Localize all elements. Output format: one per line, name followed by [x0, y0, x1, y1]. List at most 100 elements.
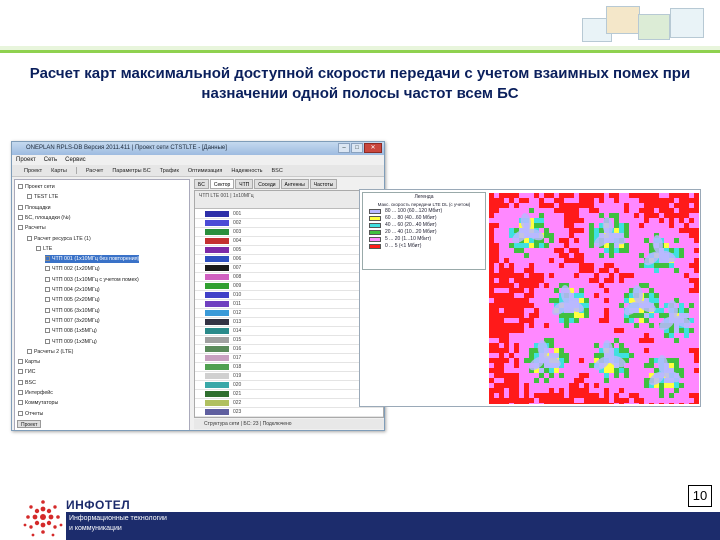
table-row[interactable]: 022	[195, 399, 383, 408]
menu-item[interactable]: Сеть	[44, 155, 57, 165]
table-row[interactable]: 001	[195, 210, 383, 219]
grid-tab[interactable]: Соседи	[254, 179, 280, 189]
table-row[interactable]: 002	[195, 219, 383, 228]
table-row[interactable]: 015	[195, 336, 383, 345]
expand-icon[interactable]	[18, 359, 23, 365]
tree-item[interactable]: Расчет ресурса LTE (1)	[27, 235, 91, 243]
tree-item[interactable]: TEST LTE	[27, 193, 58, 201]
expand-icon[interactable]	[27, 235, 32, 241]
grid-tab[interactable]: ЧТП	[235, 179, 254, 189]
expand-icon[interactable]	[27, 194, 32, 200]
expand-icon[interactable]	[18, 390, 23, 396]
expand-icon[interactable]	[18, 410, 23, 416]
expand-icon[interactable]	[45, 328, 50, 334]
expand-icon[interactable]	[18, 225, 23, 231]
maximize-button[interactable]: □	[351, 143, 363, 153]
tree-item[interactable]: ЧТП 001 (1x10МГц без повторения)	[45, 255, 140, 264]
expand-icon[interactable]	[18, 400, 23, 406]
minimize-button[interactable]: –	[338, 143, 350, 153]
table-row[interactable]: 016	[195, 345, 383, 354]
map-cell	[559, 228, 564, 233]
map-cell	[649, 273, 654, 278]
expand-icon[interactable]	[45, 307, 50, 313]
expand-icon[interactable]	[45, 317, 50, 323]
table-row[interactable]: 021	[195, 390, 383, 399]
table-row[interactable]: 010	[195, 291, 383, 300]
expand-icon[interactable]	[45, 256, 50, 262]
tree-item[interactable]: Площадки	[18, 204, 51, 212]
menu-item[interactable]: Сервис	[65, 155, 86, 165]
table-row[interactable]: 011	[195, 300, 383, 309]
tree-item[interactable]: ЧТП 005 (2x20МГц)	[45, 296, 100, 304]
map-cell	[624, 283, 629, 288]
grid-tab[interactable]: БС	[194, 179, 209, 189]
table-row[interactable]: 006	[195, 255, 383, 264]
map-cell	[609, 318, 614, 323]
tree-item[interactable]: BSC	[18, 379, 36, 387]
toolbar-button[interactable]: BSC	[272, 165, 283, 176]
tree-item[interactable]: Коммутаторы	[18, 399, 58, 407]
tree-item[interactable]: Расчеты 2 (LTE)	[27, 348, 73, 356]
tree-item[interactable]: ГИС	[18, 368, 36, 376]
table-row[interactable]: 007	[195, 264, 383, 273]
table-row[interactable]: 018	[195, 363, 383, 372]
grid-tab[interactable]: Сектор	[209, 179, 235, 189]
table-row[interactable]: 020	[195, 381, 383, 390]
expand-icon[interactable]	[45, 266, 50, 272]
map-cell	[504, 238, 509, 243]
expand-icon[interactable]	[27, 348, 32, 354]
menu-item[interactable]: Проект	[16, 155, 36, 165]
legend-color-swatch	[369, 237, 381, 242]
table-row[interactable]: 014	[195, 327, 383, 336]
tree-item[interactable]: Карты	[18, 358, 40, 366]
table-row[interactable]: 003	[195, 228, 383, 237]
close-button[interactable]: ✕	[364, 143, 382, 153]
table-row[interactable]: 023	[195, 408, 383, 417]
tree-item[interactable]: Отчеты	[18, 410, 43, 418]
table-row[interactable]: 008	[195, 273, 383, 282]
tree-item[interactable]: ЧТП 008 (1x5МГц)	[45, 327, 97, 335]
table-row[interactable]: 013	[195, 318, 383, 327]
expand-icon[interactable]	[18, 184, 23, 190]
toolbar-button[interactable]: Надежность	[231, 165, 262, 176]
tree-item[interactable]: БС, площадки (№)	[18, 214, 71, 222]
expand-icon[interactable]	[18, 204, 23, 210]
toolbar-button[interactable]: Параметры БС	[112, 165, 150, 176]
expand-icon[interactable]	[45, 276, 50, 282]
tree-item[interactable]: LTE	[36, 245, 52, 253]
tree-item[interactable]: Расчеты	[18, 224, 46, 232]
expand-icon[interactable]	[45, 338, 50, 344]
toolbar-button[interactable]: Проект	[24, 165, 42, 176]
map-cell	[674, 358, 679, 363]
table-row[interactable]: 009	[195, 282, 383, 291]
tree-item[interactable]: Интерфейс	[18, 389, 53, 397]
tree-tab-project[interactable]: Проект	[17, 420, 42, 428]
project-tree[interactable]: Проект Проект сети TEST LTE Площадки БС, пл…	[14, 179, 190, 430]
tree-item[interactable]: ЧТП 006 (3x10МГц)	[45, 307, 100, 315]
tree-item[interactable]: ЧТП 007 (3x20МГц)	[45, 317, 100, 325]
table-row[interactable]: 012	[195, 309, 383, 318]
map-cell	[679, 348, 684, 353]
toolbar-button[interactable]: Расчет	[86, 165, 104, 176]
expand-icon[interactable]	[18, 369, 23, 375]
expand-icon[interactable]	[45, 287, 50, 293]
table-row[interactable]: 019	[195, 372, 383, 381]
toolbar-button[interactable]: Трафик	[160, 165, 179, 176]
toolbar-button[interactable]: Карты	[51, 165, 67, 176]
tree-item[interactable]: ЧТП 002 (1x20МГц)	[45, 265, 100, 273]
expand-icon[interactable]	[36, 245, 41, 251]
tree-item[interactable]: Проект сети	[18, 183, 55, 191]
table-row[interactable]: 005	[195, 246, 383, 255]
tree-item[interactable]: ЧТП 009 (1x3МГц)	[45, 338, 97, 346]
grid-tab[interactable]: Частоты	[309, 179, 338, 189]
table-row[interactable]: 004	[195, 237, 383, 246]
tree-item[interactable]: ЧТП 004 (2x10МГц)	[45, 286, 100, 294]
grid-tab[interactable]: Антенны	[280, 179, 309, 189]
expand-icon[interactable]	[18, 379, 23, 385]
data-grid[interactable]: ЧТП LTE 001 | 1x10МГц 001 002 003 004 005 006…	[194, 190, 384, 418]
expand-icon[interactable]	[45, 297, 50, 303]
expand-icon[interactable]	[18, 214, 23, 220]
toolbar-button[interactable]: Оптимизация	[188, 165, 222, 176]
tree-item[interactable]: ЧТП 003 (1x10МГц с учетом помех)	[45, 276, 139, 284]
table-row[interactable]: 017	[195, 354, 383, 363]
